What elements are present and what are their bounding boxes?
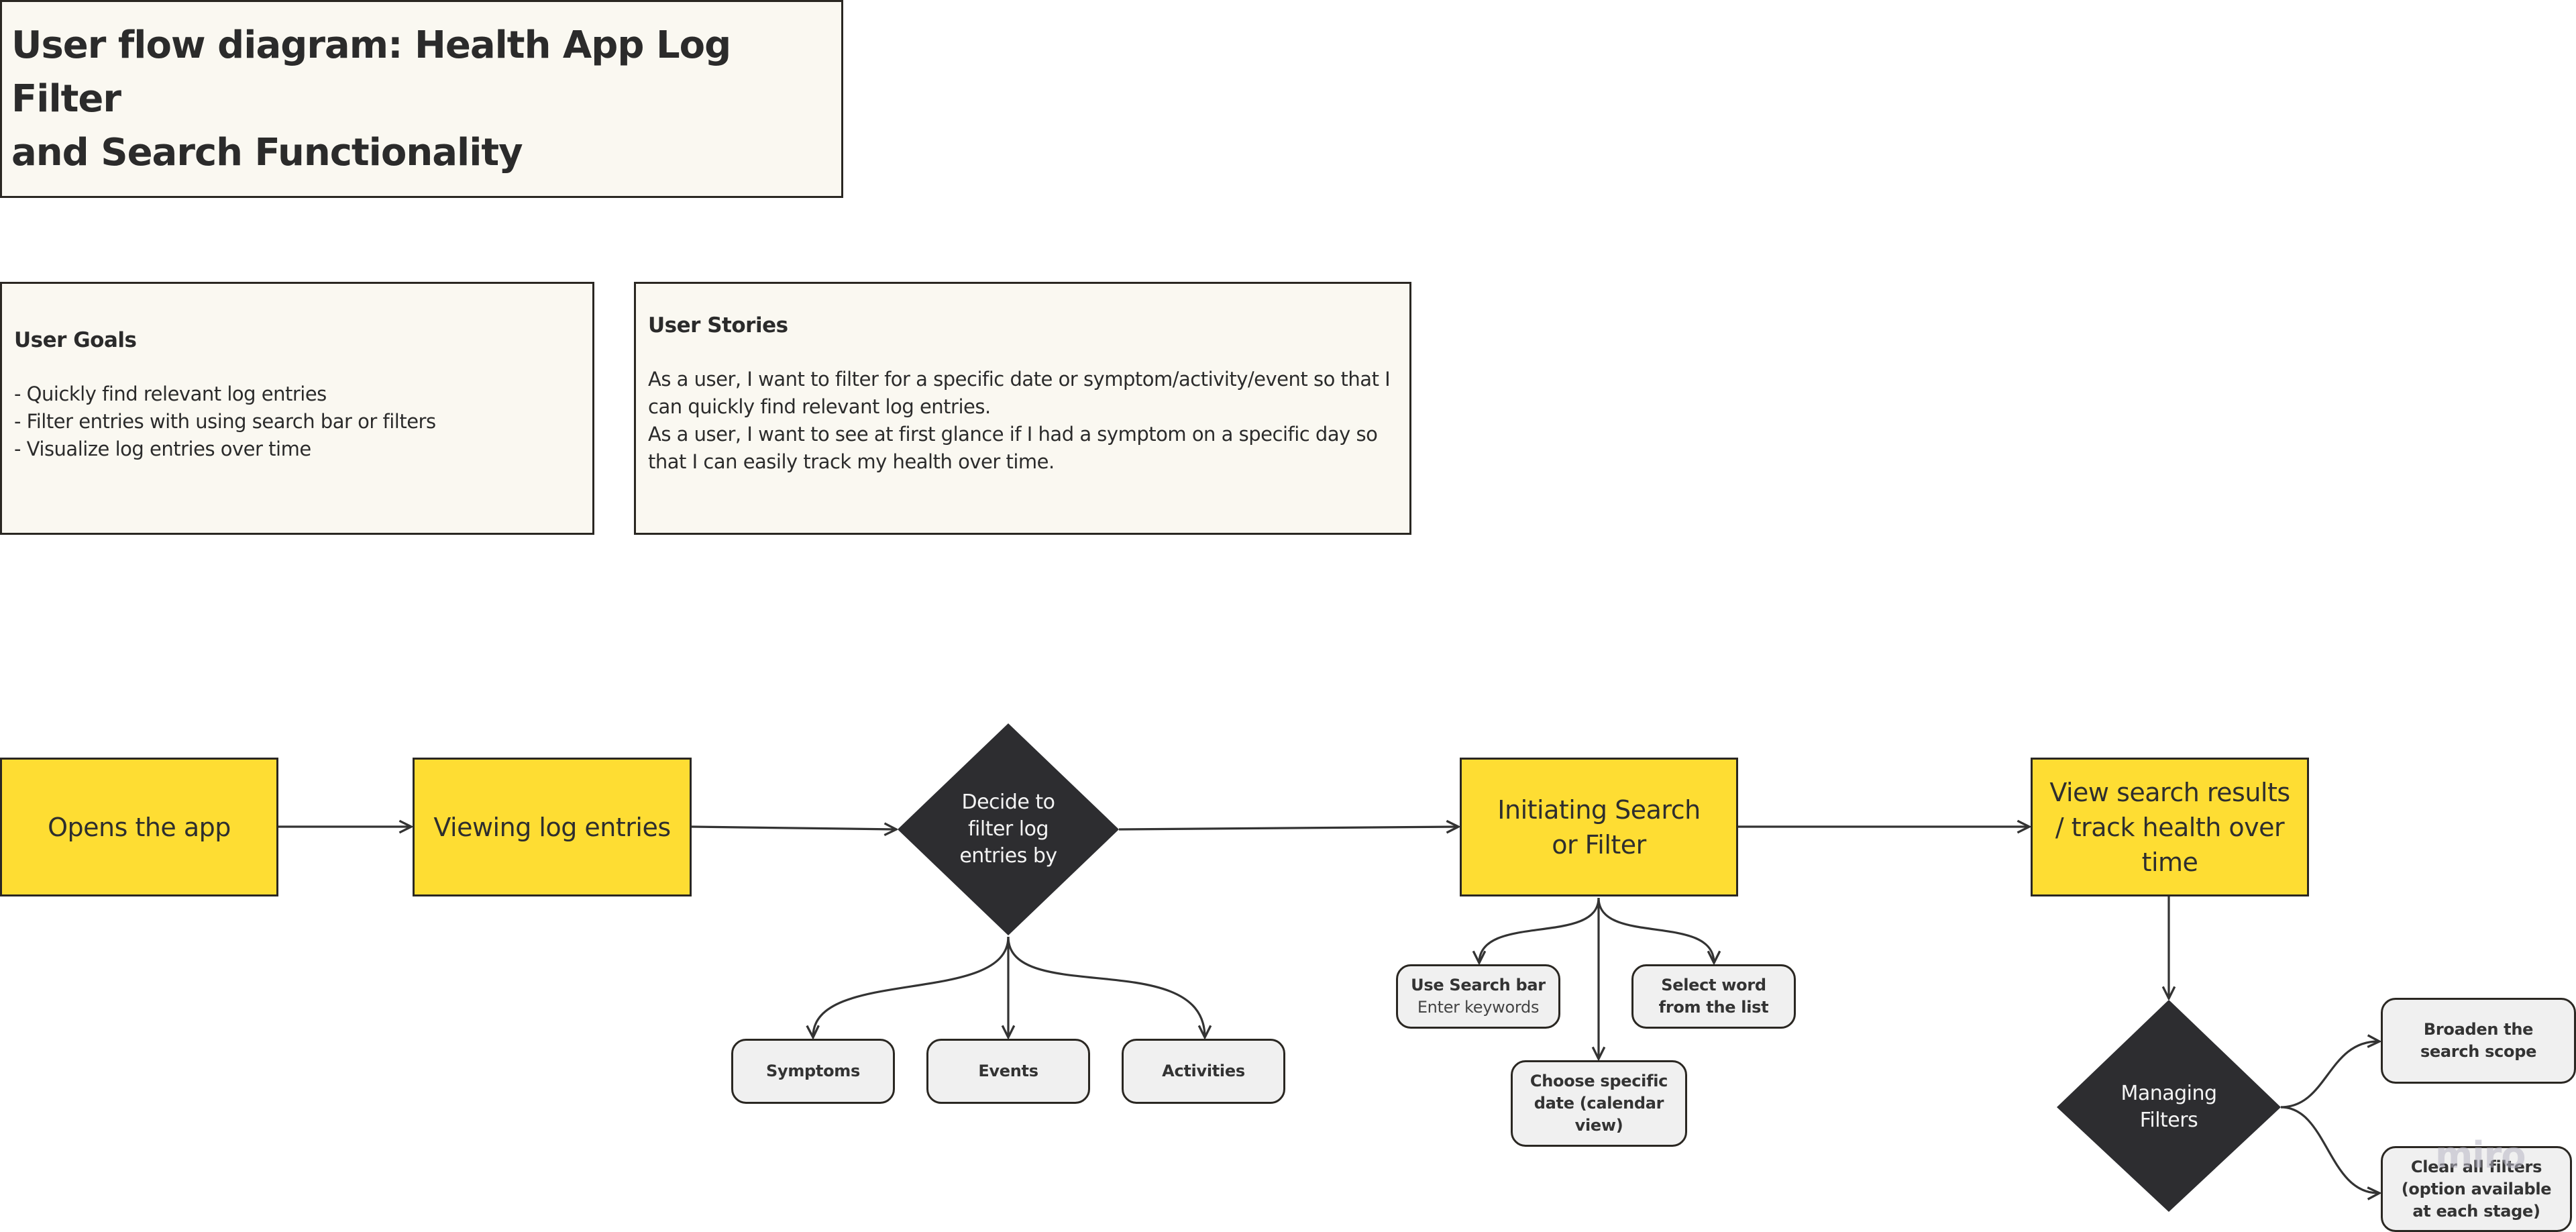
option-choose-date[interactable]: Choose specific date (calendar view) <box>1511 1060 1687 1147</box>
option-sublabel: Enter keywords <box>1417 998 1540 1017</box>
user-goals-heading: User Goals <box>14 328 137 352</box>
decision-filter-by[interactable]: Decide to filter log entries by <box>941 776 1075 883</box>
option-broaden-scope[interactable]: Broaden the search scope <box>2381 998 2576 1084</box>
title-card[interactable]: User flow diagram: Health App Log Filter… <box>0 0 843 198</box>
option-label: Activities <box>1162 1062 1245 1080</box>
option-events[interactable]: Events <box>926 1039 1090 1104</box>
title-line-1: User flow diagram: Health App Log Filter <box>11 23 731 121</box>
arrow-viewing-to-decision <box>691 827 896 829</box>
arrow-decision-to-activities <box>1007 936 1205 1037</box>
arrow-initiating-to-selectword <box>1597 897 1714 963</box>
step-initiating-search[interactable]: Initiating Search or Filter <box>1460 758 1738 896</box>
user-goals-card[interactable]: User Goals - Quickly find relevant log e… <box>0 282 594 535</box>
user-story-item: As a user, I want to filter for a specif… <box>648 368 1391 418</box>
user-stories-heading: User Stories <box>648 313 788 338</box>
decision-label: Managing Filters <box>2121 1082 2217 1132</box>
arrow-managing-to-clear <box>2280 1106 2379 1193</box>
step-view-results[interactable]: View search results / track health over … <box>2031 758 2309 896</box>
user-goal-item: - Quickly find relevant log entries <box>14 382 327 405</box>
option-activities[interactable]: Activities <box>1122 1039 1285 1104</box>
title-line-2: and Search Functionality <box>11 130 523 174</box>
arrow-managing-to-broaden <box>2280 1041 2379 1109</box>
step-label: View search results / track health over … <box>2049 777 2290 877</box>
step-label: Opens the app <box>48 812 231 842</box>
option-label: Use Search bar <box>1411 976 1546 994</box>
option-label: Broaden the search scope <box>2420 1020 2537 1061</box>
option-use-search-bar[interactable]: Use Search bar Enter keywords <box>1396 964 1560 1029</box>
arrow-decision-to-symptoms <box>813 936 1010 1037</box>
option-label: Symptoms <box>766 1062 860 1080</box>
decision-label: Decide to filter log entries by <box>959 790 1057 868</box>
step-label: Initiating Search or Filter <box>1497 794 1701 860</box>
user-stories-card[interactable]: User Stories As a user, I want to filter… <box>634 282 1411 535</box>
step-viewing-log-entries[interactable]: Viewing log entries <box>413 758 692 896</box>
diagram-title: User flow diagram: Health App Log Filter… <box>11 19 841 180</box>
option-label: Events <box>978 1062 1038 1080</box>
step-label: Viewing log entries <box>433 812 671 842</box>
user-story-item: As a user, I want to see at first glance… <box>648 423 1378 473</box>
decision-managing-filters[interactable]: Managing Filters <box>2108 1074 2229 1141</box>
user-goal-item: - Filter entries with using search bar o… <box>14 410 436 433</box>
option-label: Select word from the list <box>1658 976 1769 1017</box>
option-label: Choose specific date (calendar view) <box>1529 1072 1668 1135</box>
step-opens-app[interactable]: Opens the app <box>0 758 278 896</box>
miro-watermark: miro <box>2435 1134 2526 1176</box>
option-select-word[interactable]: Select word from the list <box>1631 964 1796 1029</box>
arrow-initiating-to-searchbar <box>1479 897 1600 963</box>
user-goal-item: - Visualize log entries over time <box>14 438 311 460</box>
option-symptoms[interactable]: Symptoms <box>731 1039 895 1104</box>
arrow-decision-to-initiating <box>1118 827 1458 829</box>
